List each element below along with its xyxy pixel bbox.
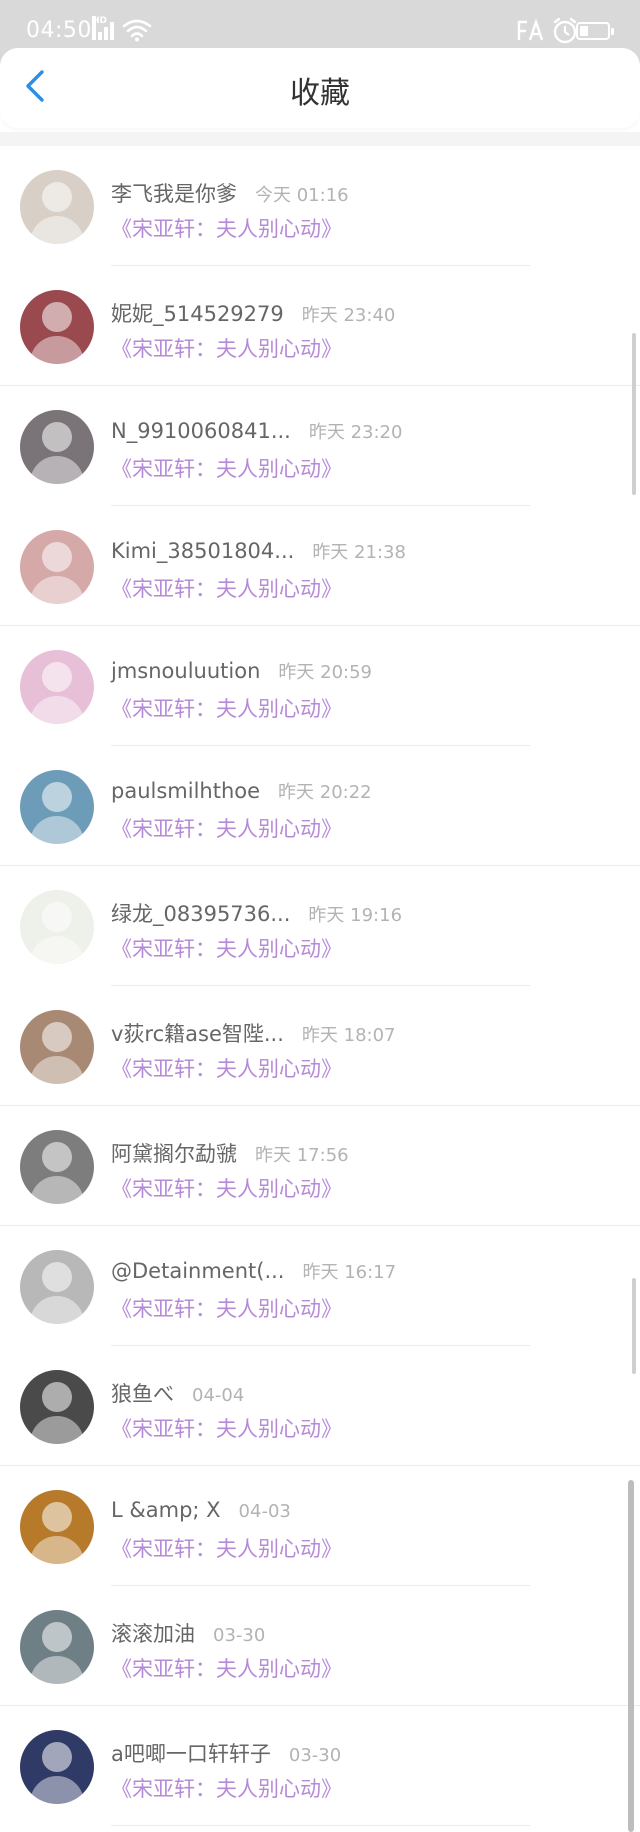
avatar[interactable] xyxy=(20,530,94,604)
user-name: N_9910060841... 昨天 23:20 xyxy=(111,419,403,443)
favorite-time: 昨天 20:22 xyxy=(278,782,372,803)
user-name: jmsnouluution 昨天 20:59 xyxy=(111,659,372,683)
book-title[interactable]: 《宋亚轩：夫人别心动》 xyxy=(111,693,342,723)
favorite-time: 昨天 21:38 xyxy=(312,542,406,563)
list-item[interactable]: 狼鱼べ 04-04 《宋亚轩：夫人别心动》 xyxy=(0,1346,640,1466)
list-item[interactable]: paulsmilhthoe 昨天 20:22 《宋亚轩：夫人别心动》 xyxy=(0,746,640,866)
user-name: v荻rc籍ase智陛... 昨天 18:07 xyxy=(111,1022,396,1046)
list-item[interactable]: 李飞我是你爹 今天 01:16 《宋亚轩：夫人别心动》 xyxy=(0,146,640,266)
list-item[interactable]: a吧唧一口轩轩子 03-30 《宋亚轩：夫人别心动》 xyxy=(0,1706,640,1826)
user-name: @Detainment(... 昨天 16:17 xyxy=(111,1259,397,1283)
list-item[interactable]: N_9910060841... 昨天 23:20 《宋亚轩：夫人别心动》 xyxy=(0,386,640,506)
battery-icon xyxy=(576,22,614,40)
favorite-time: 昨天 17:56 xyxy=(255,1145,349,1166)
book-title[interactable]: 《宋亚轩：夫人别心动》 xyxy=(111,333,342,363)
book-title[interactable]: 《宋亚轩：夫人别心动》 xyxy=(111,453,342,483)
book-title[interactable]: 《宋亚轩：夫人别心动》 xyxy=(111,933,342,963)
alarm-icon xyxy=(553,17,577,44)
book-title[interactable]: 《宋亚轩：夫人别心动》 xyxy=(111,1053,342,1083)
book-title[interactable]: 《宋亚轩：夫人别心动》 xyxy=(111,1653,342,1683)
user-name: 妮妮_514529279 昨天 23:40 xyxy=(111,302,396,326)
favorite-time: 昨天 18:07 xyxy=(301,1025,396,1046)
nfc-icon xyxy=(517,18,544,41)
list-item[interactable]: 绿龙_08395736... 昨天 19:16 《宋亚轩：夫人别心动》 xyxy=(0,866,640,986)
user-name: 阿黛搁尔勐虢 昨天 17:56 xyxy=(111,1142,349,1166)
avatar[interactable] xyxy=(20,290,94,364)
header-bar: 收藏 xyxy=(0,48,640,128)
avatar[interactable] xyxy=(20,1010,94,1084)
avatar[interactable] xyxy=(20,1250,94,1324)
list-item[interactable]: v荻rc籍ase智陛... 昨天 18:07 《宋亚轩：夫人别心动》 xyxy=(0,986,640,1106)
list-item[interactable]: Kimi_38501804... 昨天 21:38 《宋亚轩：夫人别心动》 xyxy=(0,506,640,626)
user-name: 滚滚加油 03-30 xyxy=(111,1622,266,1646)
favorite-time: 04-03 xyxy=(238,1501,291,1522)
user-name: 狼鱼べ 04-04 xyxy=(111,1382,245,1406)
header-divider xyxy=(0,132,640,146)
book-title[interactable]: 《宋亚轩：夫人别心动》 xyxy=(111,1293,342,1323)
signal-icon: HD xyxy=(92,16,114,40)
list-item[interactable]: @Detainment(... 昨天 16:17 《宋亚轩：夫人别心动》 xyxy=(0,1226,640,1346)
scrollbar[interactable] xyxy=(628,1480,634,1832)
wifi-icon xyxy=(122,19,152,42)
favorite-time: 昨天 19:16 xyxy=(308,905,403,926)
list-item[interactable]: L &amp; X 04-03 《宋亚轩：夫人别心动》 xyxy=(0,1466,640,1586)
edge-handle[interactable] xyxy=(632,333,636,495)
avatar[interactable] xyxy=(20,650,94,724)
favorites-list: 李飞我是你爹 今天 01:16 《宋亚轩：夫人别心动》 妮妮_514529279 昨天 … xyxy=(0,146,640,1826)
list-item[interactable]: jmsnouluution 昨天 20:59 《宋亚轩：夫人别心动》 xyxy=(0,626,640,746)
favorite-time: 昨天 23:40 xyxy=(301,305,396,326)
user-name: 绿龙_08395736... 昨天 19:16 xyxy=(111,902,403,926)
list-item[interactable]: 阿黛搁尔勐虢 昨天 17:56 《宋亚轩：夫人别心动》 xyxy=(0,1106,640,1226)
avatar[interactable] xyxy=(20,1730,94,1804)
book-title[interactable]: 《宋亚轩：夫人别心动》 xyxy=(111,1773,342,1803)
avatar[interactable] xyxy=(20,170,94,244)
book-title[interactable]: 《宋亚轩：夫人别心动》 xyxy=(111,1533,342,1563)
avatar[interactable] xyxy=(20,1610,94,1684)
list-item[interactable]: 妮妮_514529279 昨天 23:40 《宋亚轩：夫人别心动》 xyxy=(0,266,640,386)
favorite-time: 昨天 16:17 xyxy=(302,1262,397,1283)
avatar[interactable] xyxy=(20,1130,94,1204)
book-title[interactable]: 《宋亚轩：夫人别心动》 xyxy=(111,1413,342,1443)
favorite-time: 03-30 xyxy=(288,1745,342,1766)
favorite-time: 03-30 xyxy=(213,1625,266,1646)
favorite-time: 04-04 xyxy=(192,1385,245,1406)
row-divider xyxy=(111,1825,530,1826)
book-title[interactable]: 《宋亚轩：夫人别心动》 xyxy=(111,813,342,843)
favorite-time: 今天 01:16 xyxy=(255,185,349,206)
user-name: L &amp; X 04-03 xyxy=(111,1498,291,1522)
avatar[interactable] xyxy=(20,1370,94,1444)
avatar[interactable] xyxy=(20,1490,94,1564)
favorite-time: 昨天 20:59 xyxy=(278,662,372,683)
favorite-time: 昨天 23:20 xyxy=(308,422,403,443)
user-name: 李飞我是你爹 今天 01:16 xyxy=(111,182,349,206)
user-name: a吧唧一口轩轩子 03-30 xyxy=(111,1742,342,1766)
avatar[interactable] xyxy=(20,890,94,964)
book-title[interactable]: 《宋亚轩：夫人别心动》 xyxy=(111,213,342,243)
status-time: 04:50 xyxy=(26,18,92,43)
edge-handle[interactable] xyxy=(632,1278,636,1374)
user-name: Kimi_38501804... 昨天 21:38 xyxy=(111,539,406,563)
avatar[interactable] xyxy=(20,770,94,844)
list-item[interactable]: 滚滚加油 03-30 《宋亚轩：夫人别心动》 xyxy=(0,1586,640,1706)
avatar[interactable] xyxy=(20,410,94,484)
user-name: paulsmilhthoe 昨天 20:22 xyxy=(111,779,372,803)
page-title: 收藏 xyxy=(290,76,350,111)
book-title[interactable]: 《宋亚轩：夫人别心动》 xyxy=(111,573,342,603)
book-title[interactable]: 《宋亚轩：夫人别心动》 xyxy=(111,1173,342,1203)
